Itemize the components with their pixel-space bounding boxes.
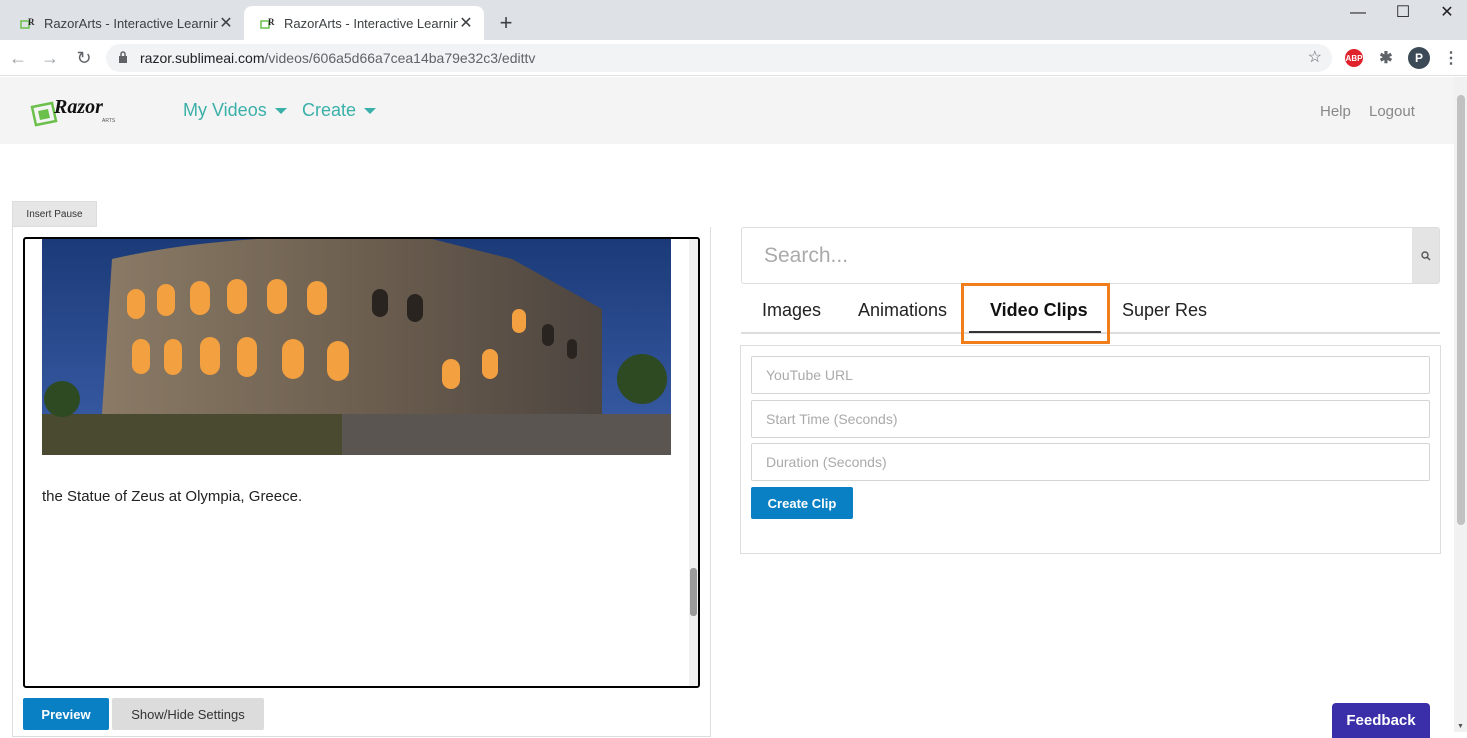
- caret-down-icon: [364, 107, 377, 114]
- razorarts-logo[interactable]: Razor ARTS: [30, 91, 130, 131]
- editor-caption-text: the Statue of Zeus at Olympia, Greece.: [42, 488, 303, 505]
- duration-input[interactable]: [751, 443, 1430, 481]
- razorarts-favicon-icon: R: [20, 15, 36, 31]
- create-label: Create: [302, 100, 357, 120]
- lock-icon: [118, 50, 130, 66]
- colosseum-image: [42, 239, 671, 455]
- feedback-button[interactable]: Feedback: [1332, 703, 1430, 738]
- tab-animations[interactable]: Animations: [858, 300, 947, 321]
- adblock-icon[interactable]: ABP: [1345, 49, 1363, 67]
- site-navbar: Razor ARTS My Videos Create Help Logout: [0, 77, 1454, 144]
- browser-tab-active[interactable]: R RazorArts - Interactive Learning ✕: [244, 6, 484, 40]
- browser-toolbar: ← → ↻ razor.sublimeai.com/videos/606a5d6…: [0, 40, 1467, 76]
- preview-button[interactable]: Preview: [23, 698, 109, 730]
- tab-super-res[interactable]: Super Res: [1122, 300, 1207, 321]
- reload-icon[interactable]: ↻: [72, 46, 96, 70]
- svg-text:R: R: [28, 17, 35, 27]
- razorarts-favicon-icon: R: [260, 15, 276, 31]
- search-button[interactable]: [1412, 228, 1439, 283]
- caret-down-icon: [274, 107, 287, 114]
- profile-avatar[interactable]: P: [1408, 47, 1430, 69]
- browser-tab-strip: R RazorArts - Interactive Learning ✕ R R…: [0, 0, 1467, 40]
- script-editor[interactable]: the Statue of Zeus at Olympia, Greece.: [23, 237, 700, 688]
- media-search-input[interactable]: [742, 228, 1412, 283]
- extensions-puzzle-icon[interactable]: ✱: [1377, 49, 1395, 67]
- start-time-input[interactable]: [751, 400, 1430, 438]
- close-tab-icon[interactable]: ✕: [218, 13, 234, 33]
- forward-arrow-icon[interactable]: →: [38, 46, 62, 70]
- maximize-icon[interactable]: ☐: [1380, 2, 1426, 30]
- youtube-url-input[interactable]: [751, 356, 1430, 394]
- editor-scrollbar[interactable]: [689, 239, 698, 686]
- editor-scrollbar-thumb[interactable]: [690, 568, 697, 616]
- my-videos-label: My Videos: [183, 100, 267, 120]
- browser-tab-title: RazorArts - Interactive Learning: [44, 15, 218, 31]
- url-domain: razor.sublimeai.com: [140, 50, 265, 66]
- help-link[interactable]: Help: [1320, 103, 1351, 120]
- bookmark-star-icon[interactable]: ☆: [1308, 47, 1322, 67]
- svg-text:R: R: [268, 17, 275, 27]
- search-icon: [1420, 250, 1430, 260]
- address-bar[interactable]: razor.sublimeai.com/videos/606a5d66a7cea…: [106, 44, 1332, 72]
- tab-images[interactable]: Images: [762, 300, 821, 321]
- scroll-down-arrow-icon[interactable]: ▼: [1457, 723, 1464, 730]
- insert-pause-button[interactable]: Insert Pause: [12, 201, 97, 227]
- my-videos-dropdown[interactable]: My Videos: [183, 100, 287, 121]
- media-search: [741, 227, 1440, 284]
- logout-link[interactable]: Logout: [1369, 103, 1415, 120]
- create-dropdown[interactable]: Create: [302, 100, 377, 121]
- tab-highlight-annotation: [961, 283, 1110, 344]
- create-clip-button[interactable]: Create Clip: [751, 487, 853, 519]
- browser-tab-title: RazorArts - Interactive Learning: [284, 15, 458, 31]
- page-scrollbar[interactable]: ▼: [1454, 77, 1467, 732]
- page-scrollbar-thumb[interactable]: [1457, 95, 1465, 525]
- close-tab-icon[interactable]: ✕: [458, 13, 474, 33]
- url-path: /videos/606a5d66a7cea14ba79e32c3/edittv: [264, 50, 536, 66]
- plus-icon[interactable]: +: [494, 10, 518, 36]
- logo-text: Razor: [53, 96, 103, 118]
- more-menu-icon[interactable]: ⋮: [1442, 49, 1460, 67]
- back-arrow-icon[interactable]: ←: [6, 46, 30, 70]
- browser-tab[interactable]: R RazorArts - Interactive Learning ✕: [4, 6, 244, 40]
- minimize-icon[interactable]: —: [1335, 2, 1381, 30]
- logo-subtext: ARTS: [102, 118, 116, 124]
- close-window-icon[interactable]: ✕: [1424, 2, 1467, 30]
- show-hide-settings-button[interactable]: Show/Hide Settings: [112, 698, 264, 730]
